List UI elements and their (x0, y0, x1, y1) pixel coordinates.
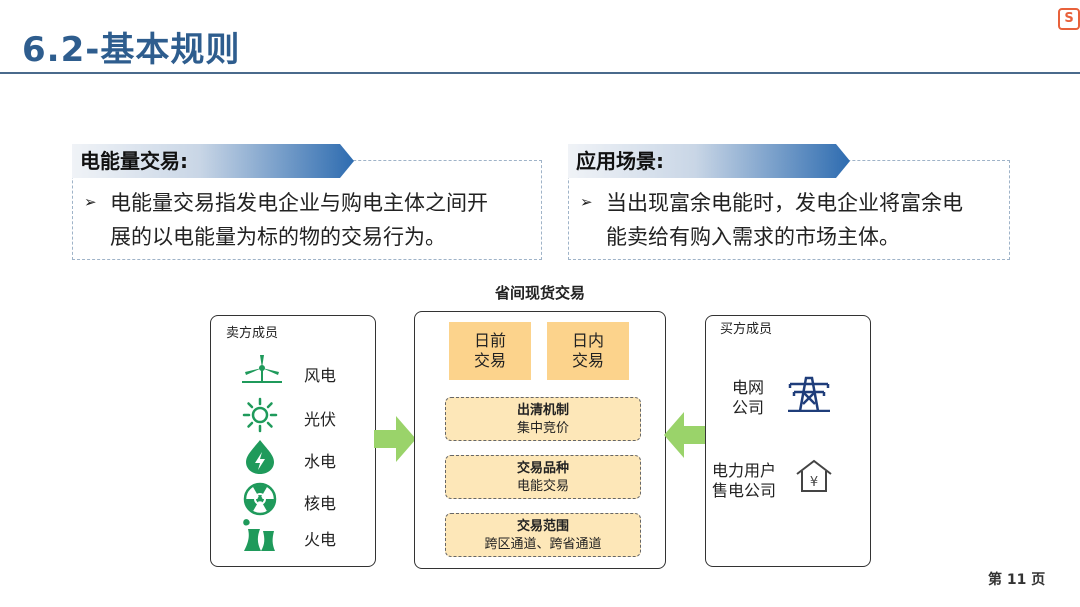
scenario-bullet-icon: ➢ (580, 193, 593, 211)
buyer-panel-label: 买方成员 (720, 322, 773, 337)
scenario-heading: 应用场景: (568, 144, 850, 178)
day-ahead-tile: 日前 交易 (449, 322, 531, 380)
trading-variety-title: 交易品种 (516, 461, 569, 476)
trading-scope-title: 交易范围 (516, 519, 569, 534)
grid-company-label: 电网 公司 (732, 378, 764, 418)
seller-item-solar: 光伏 (304, 410, 337, 429)
intraday-line-1: 日内 (571, 331, 604, 350)
house-yen-icon: ¥ (796, 459, 832, 492)
definition-heading: 电能量交易: (72, 144, 354, 178)
sun-icon (242, 397, 278, 433)
page-number: 第 11 页 (988, 572, 1046, 588)
grid-company-line-2: 公司 (732, 398, 765, 417)
scenario-line-2: 能卖给有购入需求的市场主体。 (606, 225, 900, 249)
day-ahead-line-1: 日前 (473, 331, 506, 350)
app-logo-icon: S (1058, 8, 1080, 30)
clearing-mechanism-value: 集中竞价 (516, 421, 569, 436)
buyer-to-market-arrow-icon (664, 412, 706, 458)
seller-item-thermal: 火电 (304, 530, 337, 549)
diagram-title: 省间现货交易 (494, 284, 585, 302)
trading-scope-pill: 交易范围 跨区通道、跨省通道 (445, 513, 641, 557)
wind-turbine-icon (242, 355, 282, 383)
seller-panel (210, 315, 376, 567)
cooling-tower-icon (243, 519, 275, 551)
scenario-line-1: 当出现富余电能时，发电企业将富余电 (606, 191, 963, 215)
transmission-tower-icon (788, 376, 830, 412)
definition-line-2: 展的以电能量为标的物的交易行为。 (110, 225, 446, 249)
seller-item-hydro: 水电 (304, 452, 337, 471)
consumer-label: 电力用户 售电公司 (712, 461, 776, 501)
clearing-mechanism-pill: 出清机制 集中竞价 (445, 397, 641, 441)
intraday-line-2: 交易 (571, 351, 604, 370)
trading-variety-value: 电能交易 (516, 479, 569, 494)
clearing-mechanism-title: 出清机制 (516, 403, 569, 418)
title-divider (0, 72, 1080, 74)
definition-bullet-icon: ➢ (84, 193, 97, 211)
page-title: 6.2-基本规则 (22, 30, 241, 70)
water-drop-icon (246, 440, 274, 474)
seller-to-market-arrow-icon (374, 416, 416, 462)
day-ahead-line-2: 交易 (473, 351, 506, 370)
intraday-tile: 日内 交易 (547, 322, 629, 380)
trading-variety-pill: 交易品种 电能交易 (445, 455, 641, 499)
seller-item-nuclear: 核电 (304, 494, 337, 513)
seller-panel-label: 卖方成员 (226, 326, 279, 341)
trading-scope-value: 跨区通道、跨省通道 (484, 537, 602, 552)
grid-company-line-1: 电网 (732, 378, 765, 397)
nuclear-icon (243, 482, 277, 516)
definition-line-1: 电能量交易指发电企业与购电主体之间开 (110, 191, 488, 215)
seller-item-wind: 风电 (304, 366, 337, 385)
yen-symbol: ¥ (810, 475, 818, 490)
buyer-panel (705, 315, 871, 567)
consumer-line-2: 售电公司 (712, 481, 777, 500)
consumer-line-1: 电力用户 (712, 461, 777, 480)
